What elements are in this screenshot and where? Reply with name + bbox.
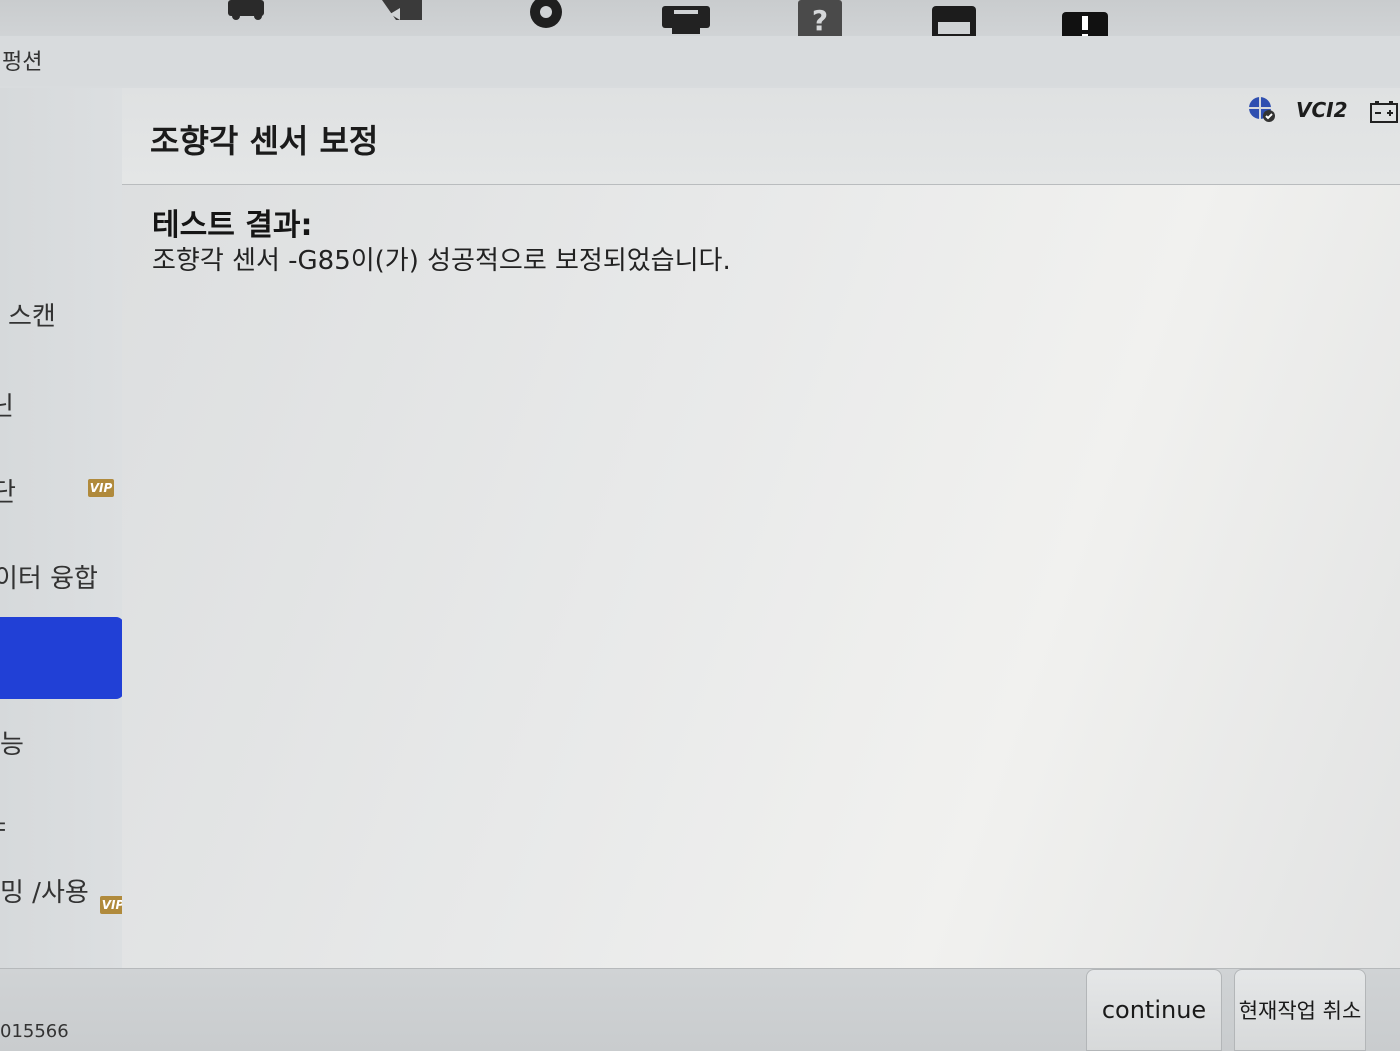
sidebar-item-active[interactable] bbox=[0, 617, 124, 699]
save-icon[interactable] bbox=[928, 0, 980, 48]
status-bar: VCI2 bbox=[1246, 94, 1400, 128]
titlebar-text: 펑션 bbox=[2, 50, 43, 75]
main-header: 조향각 센서 보정 bbox=[122, 88, 1400, 185]
vip-badge: VIP bbox=[88, 479, 114, 497]
svg-text:?: ? bbox=[812, 4, 828, 37]
bottom-bar: 015566 continue 현재작업 취소 bbox=[0, 968, 1400, 1051]
sidebar-item-diagnosis[interactable]: 단 bbox=[0, 472, 16, 509]
settings-icon[interactable] bbox=[520, 0, 572, 40]
title-bar bbox=[0, 36, 1400, 86]
cancel-task-button[interactable]: 현재작업 취소 bbox=[1234, 969, 1366, 1051]
sidebar: 스캔 닌 단 VIP 이터 융합 능 ㅑ 밍 /사용 VIP bbox=[0, 88, 126, 988]
serial-number: 015566 bbox=[0, 1021, 69, 1042]
main-panel: 조향각 센서 보정 테스트 결과: 조향각 센서 -G85이(가) 성공적으로 … bbox=[122, 88, 1400, 968]
print-icon[interactable] bbox=[660, 0, 712, 40]
back-icon[interactable] bbox=[376, 0, 428, 40]
result-message: 조향각 센서 -G85이(가) 성공적으로 보정되었습니다. bbox=[152, 246, 731, 276]
battery-icon bbox=[1370, 100, 1398, 124]
globe-icon bbox=[1246, 94, 1278, 126]
alert-icon[interactable] bbox=[1060, 0, 1112, 52]
sidebar-item-usage[interactable]: 밍 /사용 bbox=[0, 872, 89, 909]
sidebar-item-7[interactable]: ㅑ bbox=[0, 808, 12, 845]
sidebar-item-data-fusion[interactable]: 이터 융합 bbox=[0, 558, 98, 595]
page-title: 조향각 센서 보정 bbox=[150, 122, 379, 160]
sidebar-item-scan[interactable]: 스캔 bbox=[8, 296, 56, 333]
continue-button[interactable]: continue bbox=[1086, 969, 1222, 1051]
help-icon[interactable]: ? bbox=[796, 0, 848, 40]
car-icon[interactable] bbox=[222, 0, 274, 40]
vci-status: VCI2 bbox=[1296, 98, 1348, 122]
sidebar-item-function[interactable]: 능 bbox=[0, 724, 24, 761]
result-label: 테스트 결과: bbox=[152, 208, 313, 243]
sidebar-item-2[interactable]: 닌 bbox=[0, 386, 14, 423]
